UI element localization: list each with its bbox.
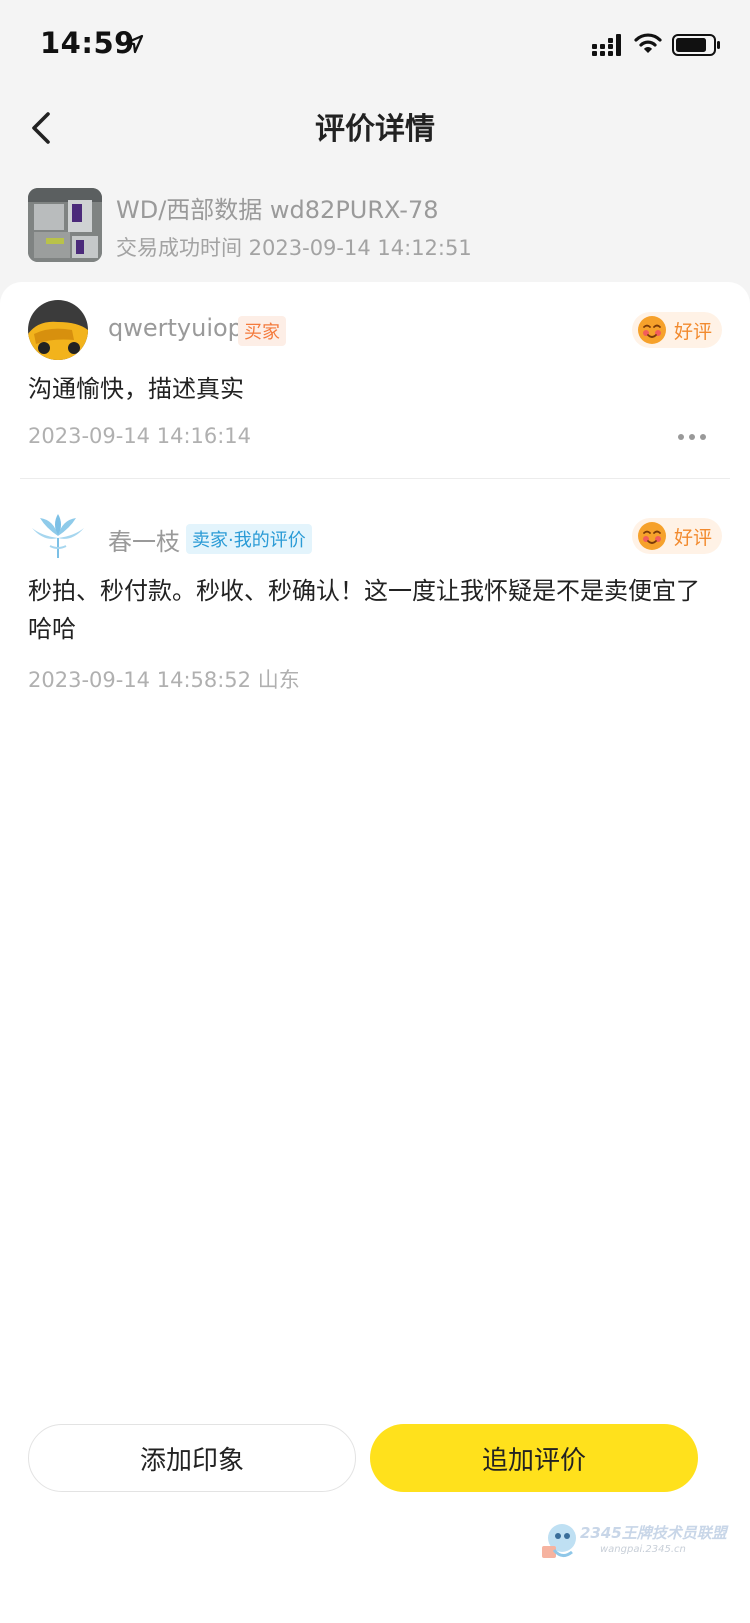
reviews-panel: qwertyuiop 买家 好评 沟通愉快，描述真实 2023-09-14 14… <box>0 282 750 1623</box>
more-dots-icon[interactable] <box>676 432 708 442</box>
signal-icon <box>592 34 621 56</box>
smile-face-icon <box>637 316 666 344</box>
review-meta: 2023-09-14 14:16:14 <box>28 424 252 448</box>
watermark: 2345王牌技术员联盟 wangpai.2345.cn <box>540 1518 740 1568</box>
watermark-text: 2345王牌技术员联盟 <box>580 1524 727 1542</box>
nav-bar: 评价详情 <box>0 88 750 168</box>
trade-time: 交易成功时间 2023-09-14 14:12:51 <box>116 236 472 260</box>
role-badge-seller: 卖家·我的评价 <box>186 524 312 554</box>
rating-label: 好评 <box>673 526 712 549</box>
mascot-icon <box>542 1524 576 1558</box>
battery-icon <box>672 34 720 56</box>
review-text: 秒拍、秒付款。秒收、秒确认！这一度让我怀疑是不是卖便宜了 哈哈 <box>28 577 700 643</box>
status-time: 14:59 <box>40 26 135 60</box>
avatar[interactable] <box>28 506 88 566</box>
divider <box>20 478 730 479</box>
add-impression-button[interactable]: 添加印象 <box>28 1424 356 1492</box>
watermark-url: wangpai.2345.cn <box>600 1544 686 1555</box>
review-text: 沟通愉快，描述真实 <box>28 375 244 403</box>
location-arrow-icon <box>124 34 144 54</box>
product-summary[interactable]: WD/西部数据 wd82PURX-78 交易成功时间 2023-09-14 14… <box>0 180 750 280</box>
review-meta: 2023-09-14 14:58:52 山东 <box>28 668 300 692</box>
add-review-button[interactable]: 追加评价 <box>370 1424 698 1492</box>
username: qwertyuiop <box>108 314 243 342</box>
product-name: WD/西部数据 wd82PURX-78 <box>116 196 439 224</box>
rating-badge: 好评 <box>631 312 722 348</box>
status-bar: 14:59 <box>0 0 750 88</box>
rating-badge: 好评 <box>631 518 722 554</box>
smile-face-icon <box>637 522 666 550</box>
username: 春一枝 <box>108 528 180 556</box>
rating-label: 好评 <box>673 320 712 343</box>
page-title: 评价详情 <box>315 112 435 147</box>
product-thumbnail <box>28 188 102 262</box>
avatar[interactable] <box>28 300 88 360</box>
role-badge-buyer: 买家 <box>238 316 286 346</box>
wifi-icon <box>634 33 662 53</box>
